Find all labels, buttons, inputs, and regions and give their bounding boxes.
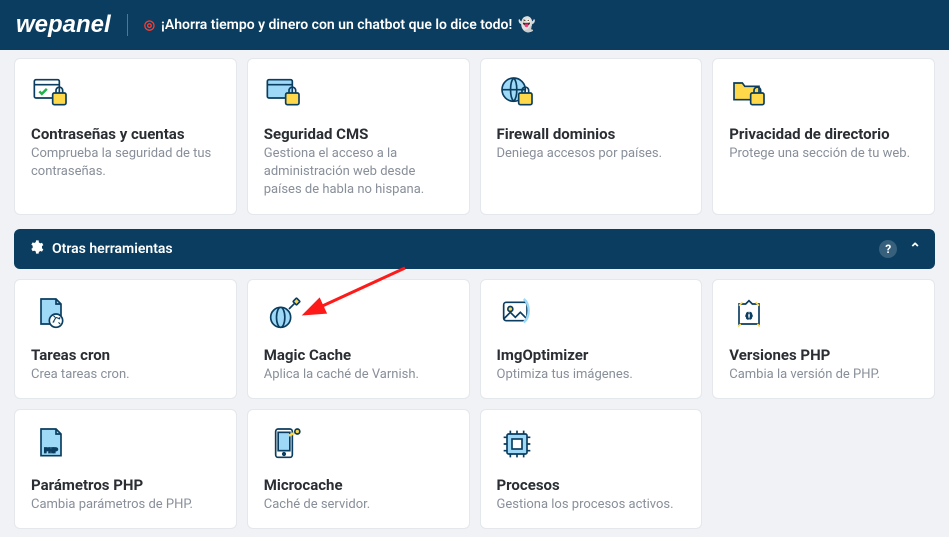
- card-desc: Crea tareas cron.: [31, 366, 220, 384]
- cron-icon: [31, 294, 220, 334]
- card-title: Procesos: [497, 476, 686, 494]
- card-title: Magic Cache: [264, 346, 453, 364]
- card-directory-privacy[interactable]: Privacidad de directorio Protege una sec…: [712, 58, 935, 215]
- security-cards-grid: Contraseñas y cuentas Comprueba la segur…: [14, 58, 935, 215]
- card-title: Parámetros PHP: [31, 476, 220, 494]
- svg-text:PHP: PHP: [44, 446, 58, 454]
- firewall-domains-icon: [497, 73, 686, 113]
- svg-text:{ }: { }: [746, 310, 753, 319]
- card-desc: Gestiona los procesos activos.: [497, 496, 686, 514]
- gear-icon: [28, 239, 44, 259]
- section-title: Otras herramientas: [52, 241, 173, 257]
- card-php-versions[interactable]: { } Versiones PHP Cambia la versión de P…: [712, 279, 935, 399]
- chevron-up-icon[interactable]: ⌃: [909, 241, 921, 257]
- tools-cards-grid: Tareas cron Crea tareas cron. Magic Cach…: [14, 279, 935, 529]
- promo-text: ¡Ahorra tiempo y dinero con un chatbot q…: [161, 17, 512, 33]
- microcache-icon: [264, 424, 453, 464]
- php-versions-icon: { }: [729, 294, 918, 334]
- card-desc: Aplica la caché de Varnish.: [264, 366, 453, 384]
- card-title: Privacidad de directorio: [729, 125, 918, 143]
- card-desc: Cambia parámetros de PHP.: [31, 496, 220, 514]
- card-img-optimizer[interactable]: ImgOptimizer Optimiza tus imágenes.: [480, 279, 703, 399]
- card-firewall-domains[interactable]: Firewall dominios Deniega accesos por pa…: [480, 58, 703, 215]
- card-desc: Caché de servidor.: [264, 496, 453, 514]
- brand-logo[interactable]: wepanel: [16, 11, 111, 39]
- img-optimizer-icon: [497, 294, 686, 334]
- promo-banner[interactable]: ◎ ¡Ahorra tiempo y dinero con un chatbot…: [144, 17, 536, 33]
- ghost-icon: 👻: [518, 17, 535, 33]
- card-desc: Optimiza tus imágenes.: [497, 366, 686, 384]
- help-icon[interactable]: ?: [879, 240, 897, 258]
- app-header: wepanel ◎ ¡Ahorra tiempo y dinero con un…: [0, 0, 949, 50]
- card-php-params[interactable]: PHP Parámetros PHP Cambia parámetros de …: [14, 409, 237, 529]
- header-separator: [127, 14, 128, 36]
- card-passwords-accounts[interactable]: Contraseñas y cuentas Comprueba la segur…: [14, 58, 237, 215]
- cms-security-icon: [264, 73, 453, 113]
- card-microcache[interactable]: Microcache Caché de servidor.: [247, 409, 470, 529]
- card-cms-security[interactable]: Seguridad CMS Gestiona el acceso a la ad…: [247, 58, 470, 215]
- card-title: Seguridad CMS: [264, 125, 453, 143]
- magic-cache-icon: [264, 294, 453, 334]
- card-desc: Cambia la versión de PHP.: [729, 366, 918, 384]
- card-title: Tareas cron: [31, 346, 220, 364]
- card-desc: Gestiona el acceso a la administración w…: [264, 145, 453, 200]
- target-icon: ◎: [144, 18, 155, 33]
- card-title: ImgOptimizer: [497, 346, 686, 364]
- card-title: Contraseñas y cuentas: [31, 125, 220, 143]
- card-cron[interactable]: Tareas cron Crea tareas cron.: [14, 279, 237, 399]
- php-params-icon: PHP: [31, 424, 220, 464]
- card-title: Microcache: [264, 476, 453, 494]
- card-desc: Comprueba la seguridad de tus contraseña…: [31, 145, 220, 181]
- card-magic-cache[interactable]: Magic Cache Aplica la caché de Varnish.: [247, 279, 470, 399]
- card-desc: Deniega accesos por países.: [497, 145, 686, 163]
- card-desc: Protege una sección de tu web.: [729, 145, 918, 163]
- card-processes[interactable]: Procesos Gestiona los procesos activos.: [480, 409, 703, 529]
- processes-icon: [497, 424, 686, 464]
- password-account-icon: [31, 73, 220, 113]
- section-bar-other-tools[interactable]: Otras herramientas ? ⌃: [14, 229, 935, 269]
- card-title: Firewall dominios: [497, 125, 686, 143]
- card-title: Versiones PHP: [729, 346, 918, 364]
- directory-privacy-icon: [729, 73, 918, 113]
